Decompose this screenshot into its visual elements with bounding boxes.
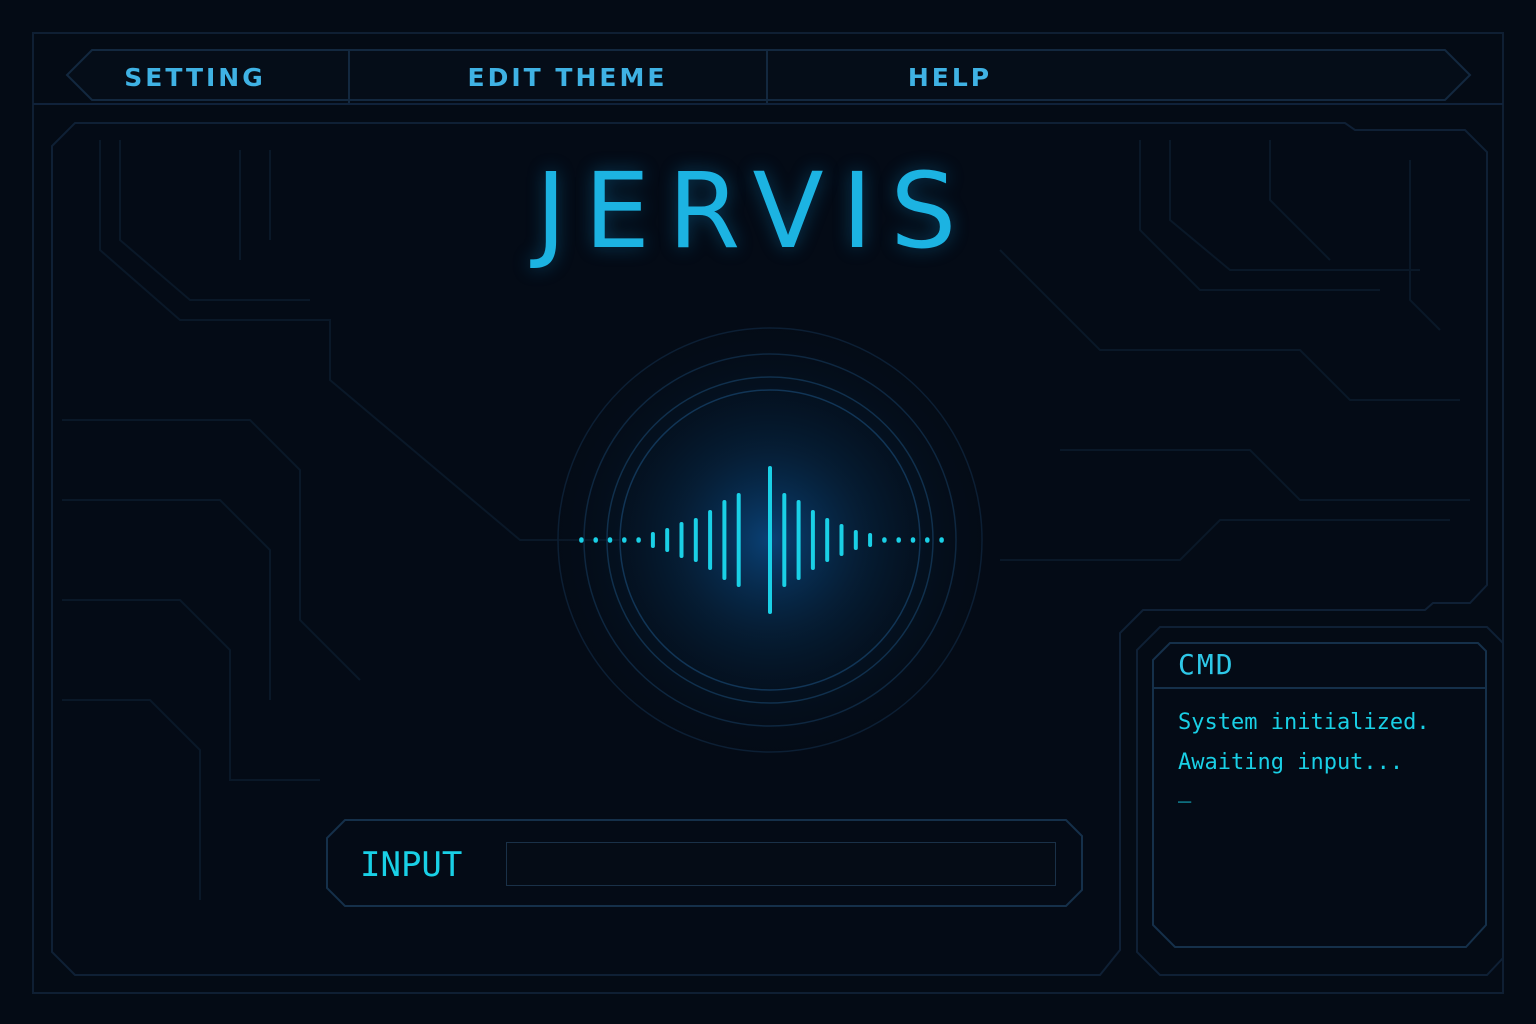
menu-help[interactable]: HELP <box>880 56 1020 100</box>
input-label: INPUT <box>360 845 463 885</box>
menu-edit-theme[interactable]: EDIT THEME <box>450 56 685 100</box>
cmd-log-line: System initialized. <box>1178 710 1430 735</box>
sound-wave-icon[interactable] <box>520 290 1020 790</box>
app-title: JERVIS <box>535 150 975 272</box>
cmd-title: CMD <box>1178 648 1235 681</box>
cmd-cursor: _ <box>1178 778 1192 803</box>
cmd-log-line: Awaiting input... <box>1178 750 1404 775</box>
menu-setting[interactable]: SETTING <box>100 56 290 100</box>
command-input[interactable] <box>506 842 1056 886</box>
